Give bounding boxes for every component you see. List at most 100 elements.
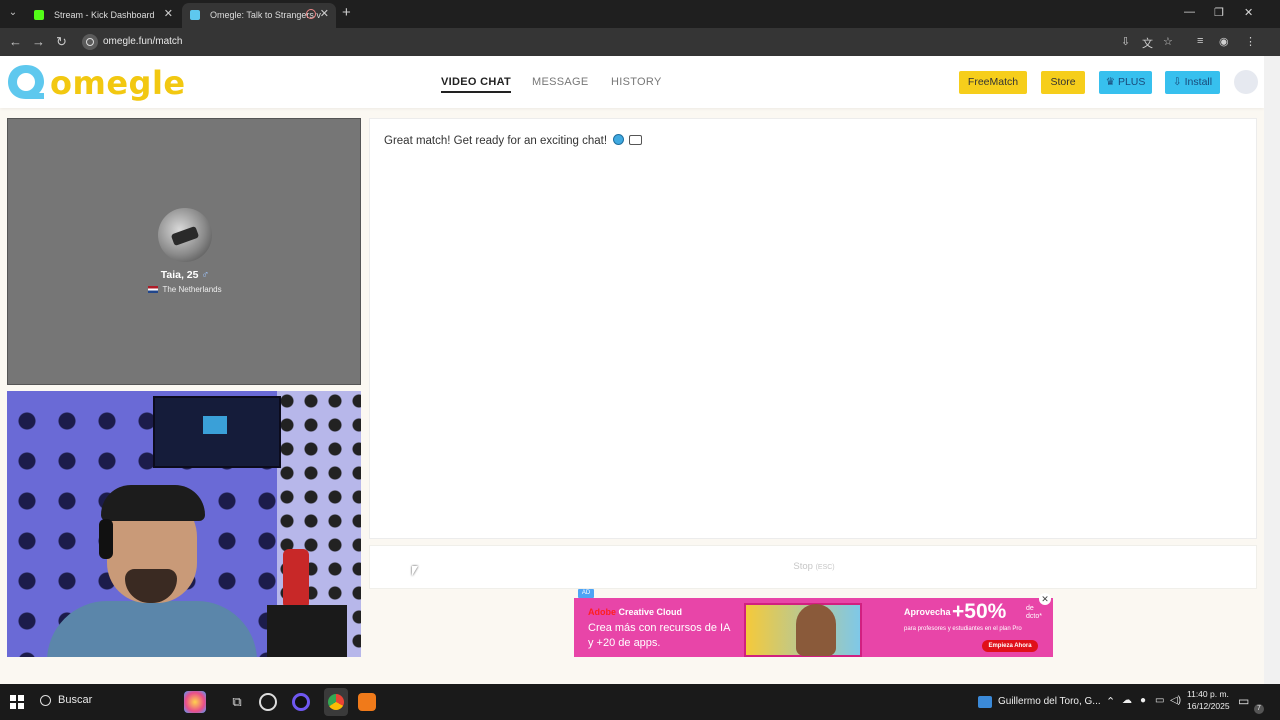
user-avatar[interactable] — [1234, 70, 1258, 94]
tab-search-chevron-icon[interactable]: ⌄ — [4, 4, 22, 22]
nav-video-chat[interactable]: VIDEO CHAT — [441, 76, 512, 93]
recording-indicator-icon — [306, 9, 316, 19]
freematch-button[interactable]: FreeMatch — [959, 71, 1027, 94]
close-tab-icon[interactable]: ✕ — [320, 7, 329, 20]
remote-video-panel: Taia, 25 ♂ The Netherlands — [7, 118, 361, 385]
omegle-page: omegle VIDEO CHAT MESSAGE HISTORY FreeMa… — [0, 56, 1264, 684]
tab-title: Stream - Kick Dashboard — [54, 10, 155, 20]
windows-start-icon[interactable] — [10, 695, 24, 709]
stop-label: Stop (ESC) — [370, 561, 1258, 572]
address-bar[interactable]: omegle.fun/match — [80, 31, 1110, 53]
ad-line-1: Crea más con recursos de IA — [588, 622, 731, 634]
notification-icon[interactable]: ▭ — [1238, 694, 1249, 708]
notification-badge: 7 — [1254, 704, 1264, 714]
reload-icon[interactable]: ↻ — [56, 34, 67, 50]
logo-text: omegle — [50, 64, 186, 102]
microphone-icon[interactable]: ● — [1140, 695, 1146, 706]
background-monitor — [153, 396, 281, 468]
chrome-icon[interactable] — [328, 694, 344, 710]
nav-message[interactable]: MESSAGE — [532, 76, 589, 88]
plus-button[interactable]: ♛ PLUS — [1099, 71, 1152, 94]
ad-dcto-2: dcto* — [1026, 613, 1042, 620]
ad-line-2: y +20 de apps. — [588, 637, 661, 649]
install-label: Install — [1184, 76, 1213, 88]
netherlands-flag-icon — [148, 286, 159, 293]
url-text: omegle.fun/match — [103, 36, 183, 47]
bookmark-star-icon[interactable]: ☆ — [1163, 35, 1173, 48]
windows-taskbar: Buscar ⧉ Guillermo del Toro, G... ⌃ ☁ ● … — [0, 684, 1280, 720]
nav-history[interactable]: HISTORY — [611, 76, 662, 88]
plus-label: PLUS — [1117, 76, 1146, 88]
country-text: The Netherlands — [162, 285, 222, 294]
mouse-cursor-icon — [412, 566, 418, 576]
browser-toolbar: ← → ↻ omegle.fun/match ⇩ 文 ☆ ≡ ◉ ⋮ — [0, 28, 1280, 56]
gender-male-icon: ♂ — [201, 269, 210, 281]
search-icon[interactable] — [40, 695, 51, 706]
forward-arrow-icon[interactable]: → — [32, 34, 45, 49]
self-video-panel — [7, 391, 361, 657]
translate-icon[interactable]: 文 — [1142, 35, 1153, 51]
install-button[interactable]: ⇩ Install — [1165, 71, 1220, 94]
ad-brand-adobe: Adobe — [588, 607, 616, 617]
ad-promo: Aprovecha — [904, 607, 951, 617]
ad-percent: +50% — [952, 600, 1007, 623]
close-tab-icon[interactable]: ✕ — [164, 7, 173, 20]
browser-menu-icon[interactable]: ⋮ — [1245, 35, 1256, 48]
site-info-icon[interactable] — [82, 34, 98, 50]
stop-hint: (ESC) — [815, 564, 835, 571]
system-message: Great match! Get ready for an exciting c… — [384, 134, 643, 147]
install-icon: ⇩ — [1172, 76, 1182, 88]
remote-user-name: Taia, 25 ♂ — [8, 269, 362, 281]
ad-close-icon[interactable]: ✕ — [1039, 593, 1051, 605]
store-button[interactable]: Store — [1041, 71, 1085, 94]
stop-text: Stop — [793, 561, 813, 572]
close-window-icon[interactable]: ✕ — [1244, 6, 1253, 19]
network-icon[interactable]: ▭ — [1155, 695, 1164, 706]
clock-time[interactable]: 11:40 p. m. — [1187, 689, 1229, 699]
page-scrollbar[interactable] — [1264, 56, 1280, 684]
ad-badge: AD — [578, 589, 594, 598]
remote-user-avatar — [158, 208, 212, 262]
obs-icon[interactable] — [259, 693, 277, 711]
taskbar-search-label[interactable]: Buscar — [58, 694, 92, 706]
back-arrow-icon[interactable]: ← — [9, 34, 22, 49]
headset — [99, 519, 113, 559]
chat-panel: Great match! Get ready for an exciting c… — [369, 118, 1257, 539]
stop-button[interactable]: Stop (ESC) — [369, 545, 1257, 589]
crown-icon: ♛ — [1105, 76, 1116, 88]
ad-brand: Adobe Creative Cloud — [588, 607, 682, 617]
app-orange-icon[interactable] — [358, 693, 376, 711]
minimize-icon[interactable]: — — [1184, 6, 1195, 18]
tray-chevron-icon[interactable]: ⌃ — [1106, 695, 1115, 708]
extensions-icon[interactable]: ≡ — [1197, 35, 1203, 47]
app-circle-icon[interactable] — [292, 693, 310, 711]
speech-bubble-emoji-icon — [629, 135, 643, 145]
clock-date[interactable]: 16/12/2025 — [1187, 701, 1230, 711]
tab-kick-dashboard[interactable]: Stream - Kick Dashboard ✕ — [26, 3, 180, 28]
news-widget-icon[interactable] — [978, 696, 992, 708]
omegle-logo-icon — [8, 65, 44, 99]
microphone — [283, 549, 309, 609]
omegle-logo[interactable]: omegle — [6, 63, 185, 103]
ad-cta-button[interactable]: Empieza Ahora — [982, 640, 1038, 652]
restore-icon[interactable]: ❐ — [1214, 6, 1224, 19]
remote-name-text: Taia, 25 — [160, 269, 199, 281]
install-app-icon[interactable]: ⇩ — [1121, 35, 1130, 48]
ad-person — [796, 604, 836, 656]
new-tab-button[interactable]: + — [342, 4, 351, 21]
kick-favicon-icon — [34, 10, 44, 20]
ad-subtext: para profesores y estudiantes en el plan… — [904, 626, 1022, 632]
tab-omegle[interactable]: Omegle: Talk to Strangers v ✕ — [182, 3, 336, 28]
profile-icon[interactable]: ◉ — [1219, 35, 1229, 48]
volume-icon[interactable]: ◁) — [1170, 695, 1181, 706]
site-header: omegle VIDEO CHAT MESSAGE HISTORY FreeMa… — [0, 56, 1264, 108]
ad-banner[interactable]: Adobe Creative Cloud Crea más con recurs… — [574, 598, 1053, 657]
person-shirt — [47, 601, 257, 657]
cloud-icon[interactable]: ☁ — [1122, 695, 1132, 706]
ad-brand-cc: Creative Cloud — [618, 607, 683, 617]
task-view-icon[interactable]: ⧉ — [226, 691, 248, 713]
ad-discount-label: de dcto* — [1026, 605, 1042, 621]
globe-emoji-icon — [613, 134, 625, 145]
news-widget-text[interactable]: Guillermo del Toro, G... — [998, 696, 1101, 707]
copilot-icon[interactable] — [184, 691, 206, 713]
